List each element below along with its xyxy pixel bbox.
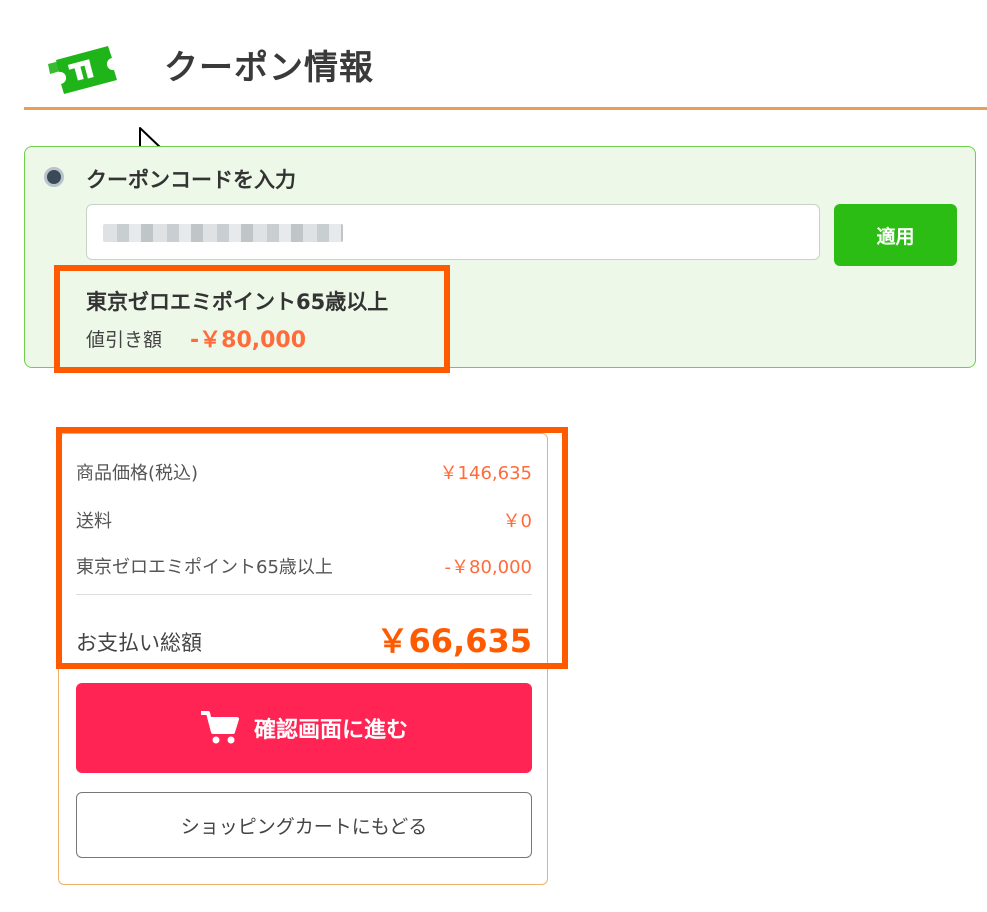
coupon-code-input[interactable] bbox=[86, 204, 820, 260]
page-title: クーポン情報 bbox=[164, 48, 374, 88]
apply-button[interactable]: 適用 bbox=[834, 204, 957, 266]
highlight-box-summary bbox=[56, 427, 568, 669]
coupon-code-radio[interactable] bbox=[44, 167, 64, 187]
highlight-box-coupon bbox=[54, 265, 450, 373]
masked-coupon-code bbox=[103, 224, 343, 242]
confirm-button-label: 確認画面に進む bbox=[253, 718, 408, 743]
cart-icon bbox=[200, 711, 239, 744]
confirm-button[interactable]: 確認画面に進む bbox=[76, 683, 532, 773]
coupon-code-radio-label[interactable]: クーポンコードを入力 bbox=[86, 164, 296, 194]
coupon-ticket-icon bbox=[48, 46, 117, 94]
title-divider bbox=[24, 107, 987, 110]
back-to-cart-button[interactable]: ショッピングカートにもどる bbox=[76, 792, 532, 858]
